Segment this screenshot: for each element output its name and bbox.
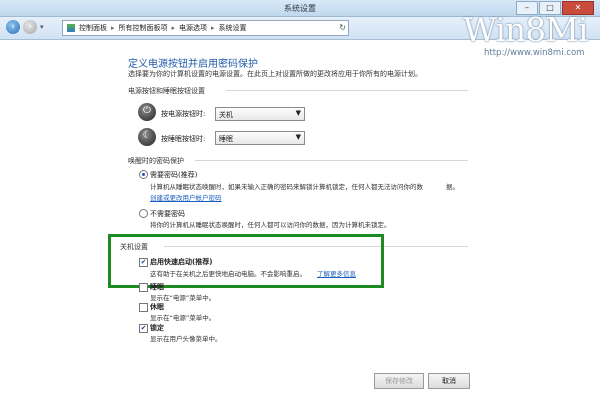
require-password-description: 计算机从睡眠状态唤醒时，如果未输入正确的密码来解锁计算机锁定，任何人都无法访问你… bbox=[150, 183, 423, 191]
save-button[interactable]: 保存修改 bbox=[374, 373, 424, 389]
watermark-logo: Win8Mi bbox=[463, 10, 588, 49]
refresh-icon[interactable]: ↻ bbox=[339, 23, 346, 32]
power-button-select[interactable]: 关机 ▼ bbox=[215, 107, 305, 121]
sleep-menu-label: 睡眠 bbox=[150, 283, 164, 291]
section-divider bbox=[226, 90, 468, 91]
hibernate-checkbox[interactable] bbox=[139, 303, 148, 312]
require-password-radio[interactable] bbox=[139, 170, 148, 179]
require-password-description-end: 据。 bbox=[446, 183, 459, 191]
forward-button[interactable]: › bbox=[23, 20, 37, 34]
watermark-url: http://www.win8mi.com bbox=[484, 48, 585, 58]
breadcrumb-control-panel[interactable]: 控制面板 bbox=[79, 24, 107, 32]
page-subtitle: 选择要为你的计算机设置的电源设置。在此页上对设置所做的更改将应用于你所有的电源计… bbox=[128, 70, 422, 78]
cancel-button[interactable]: 取消 bbox=[428, 373, 470, 389]
page-title: 定义电源按钮并启用密码保护 bbox=[128, 59, 258, 70]
no-password-label: 不需要密码 bbox=[150, 210, 185, 218]
sleep-menu-description: 显示在“电源”菜单中。 bbox=[150, 294, 216, 302]
breadcrumb[interactable]: 控制面板 ▸ 所有控制面板项 ▸ 电源选项 ▸ 系统设置 ↻ bbox=[62, 20, 349, 36]
power-button-value: 关机 bbox=[219, 111, 233, 119]
sleep-icon bbox=[138, 128, 156, 146]
sleep-button-label: 按睡眠按钮时: bbox=[161, 135, 206, 143]
breadcrumb-all-items[interactable]: 所有控制面板项 bbox=[119, 24, 168, 32]
power-button-label: 按电源按钮时: bbox=[161, 110, 206, 118]
no-password-description: 将你的计算机从睡眠状态唤醒时，任何人都可以访问你的数据，因为计算机未锁定。 bbox=[150, 221, 391, 229]
require-password-label: 需要密码(推荐) bbox=[150, 171, 198, 179]
lock-description: 显示在用户头像菜单中。 bbox=[150, 335, 222, 343]
change-password-link[interactable]: 创建或更改用户帐户密码 bbox=[150, 192, 222, 202]
back-button[interactable]: ‹ bbox=[6, 20, 20, 34]
sleep-button-value: 睡眠 bbox=[219, 135, 233, 143]
breadcrumb-power-options[interactable]: 电源选项 bbox=[179, 24, 207, 32]
chevron-down-icon: ▼ bbox=[295, 109, 301, 117]
control-panel-icon bbox=[67, 24, 75, 32]
lock-checkbox[interactable]: ✔ bbox=[139, 324, 148, 333]
chevron-down-icon: ▼ bbox=[295, 133, 301, 141]
power-buttons-heading: 电源按钮和睡眠按钮设置 bbox=[128, 87, 205, 95]
power-icon bbox=[138, 103, 156, 121]
recent-pages-icon[interactable]: ▾ bbox=[40, 23, 44, 31]
highlight-box bbox=[108, 234, 384, 288]
wake-password-heading: 唤醒时的密码保护 bbox=[128, 157, 184, 165]
no-password-radio[interactable] bbox=[139, 209, 148, 218]
hibernate-label: 休眠 bbox=[150, 303, 164, 311]
sleep-menu-checkbox[interactable] bbox=[139, 283, 148, 292]
sleep-button-select[interactable]: 睡眠 ▼ bbox=[215, 131, 305, 145]
breadcrumb-system-settings[interactable]: 系统设置 bbox=[219, 24, 247, 32]
hibernate-description: 显示在“电源”菜单中。 bbox=[150, 314, 216, 322]
section-divider bbox=[195, 160, 468, 161]
lock-label: 锁定 bbox=[150, 324, 164, 332]
